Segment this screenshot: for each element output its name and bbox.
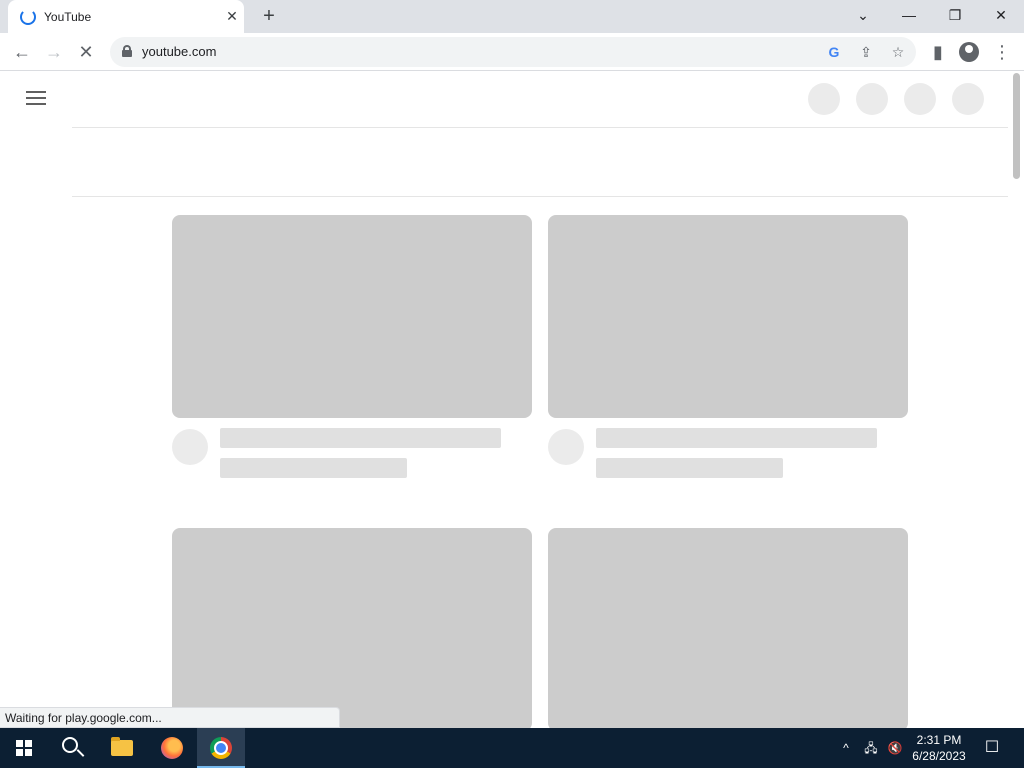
chrome-menu-icon[interactable]: ⋮ [990, 40, 1014, 64]
google-lens-icon[interactable]: G [824, 42, 844, 62]
search-icon [62, 737, 78, 753]
new-tab-button[interactable]: + [258, 6, 280, 28]
url-text[interactable]: youtube.com [142, 44, 216, 59]
start-button[interactable] [0, 728, 48, 768]
share-icon[interactable]: ⇪ [856, 42, 876, 62]
header-placeholder [808, 83, 840, 115]
browser-toolbar: ← → ✕ youtube.com G ⇪ ☆ ▮ ⋮ [0, 33, 1024, 71]
youtube-page: Waiting for play.google.com... [0, 71, 1024, 731]
divider [72, 196, 1008, 197]
video-thumbnail-placeholder [548, 528, 908, 731]
tray-chevron-icon[interactable]: ^ [836, 728, 856, 768]
network-icon[interactable]: 🖧 [860, 728, 882, 768]
address-bar[interactable]: youtube.com G ⇪ ☆ [110, 37, 916, 67]
tab-youtube[interactable]: YouTube ✕ [8, 0, 244, 33]
chrome-icon [210, 737, 232, 759]
header-placeholder [904, 83, 936, 115]
folder-icon [111, 737, 133, 756]
windows-taskbar: ^ 🖧 🔇 2:31 PM 6/28/2023 ☐ [0, 728, 1024, 768]
subtitle-placeholder [220, 458, 407, 478]
divider [72, 127, 1008, 128]
clock-date: 6/28/2023 [912, 749, 966, 763]
channel-avatar-placeholder [172, 429, 208, 465]
forward-button[interactable]: → [42, 40, 66, 64]
windows-logo-icon [16, 740, 32, 756]
back-button[interactable]: ← [10, 40, 34, 64]
volume-muted-icon[interactable]: 🔇 [884, 728, 906, 768]
close-window-button[interactable]: ✕ [988, 4, 1014, 26]
profile-avatar-icon[interactable] [959, 42, 979, 62]
title-placeholder [220, 428, 501, 448]
header-placeholder [952, 83, 984, 115]
scrollbar-thumb[interactable] [1013, 73, 1020, 179]
lock-icon[interactable] [122, 45, 132, 57]
search-button[interactable] [48, 728, 96, 768]
video-thumbnail-placeholder [172, 215, 532, 418]
channel-avatar-placeholder [548, 429, 584, 465]
tab-title: YouTube [44, 10, 92, 24]
stop-loading-button[interactable]: ✕ [74, 40, 98, 64]
tab-close-icon[interactable]: ✕ [224, 8, 240, 24]
subtitle-placeholder [596, 458, 783, 478]
tab-search-icon[interactable]: ⌄ [850, 4, 876, 26]
tab-strip: YouTube ✕ + ⌄ — ❐ ✕ [0, 0, 1024, 33]
taskbar-clock[interactable]: 2:31 PM 6/28/2023 [906, 732, 972, 764]
page-scrollbar[interactable] [1010, 71, 1024, 728]
status-bubble: Waiting for play.google.com... [0, 707, 340, 728]
title-placeholder [596, 428, 877, 448]
chrome-taskbar-button[interactable] [197, 728, 245, 768]
side-panel-icon[interactable]: ▮ [926, 40, 950, 64]
file-explorer-button[interactable] [98, 728, 146, 768]
video-thumbnail-placeholder [548, 215, 908, 418]
notifications-icon[interactable]: ☐ [980, 728, 1004, 768]
bookmark-star-icon[interactable]: ☆ [888, 42, 908, 62]
firefox-button[interactable] [148, 728, 196, 768]
guide-menu-icon[interactable] [26, 91, 46, 105]
restore-button[interactable]: ❐ [942, 4, 968, 26]
firefox-icon [161, 737, 183, 759]
header-placeholder [856, 83, 888, 115]
minimize-button[interactable]: — [896, 4, 922, 26]
clock-time: 2:31 PM [916, 733, 962, 747]
loading-spinner-icon [20, 9, 36, 25]
video-thumbnail-placeholder [172, 528, 532, 731]
